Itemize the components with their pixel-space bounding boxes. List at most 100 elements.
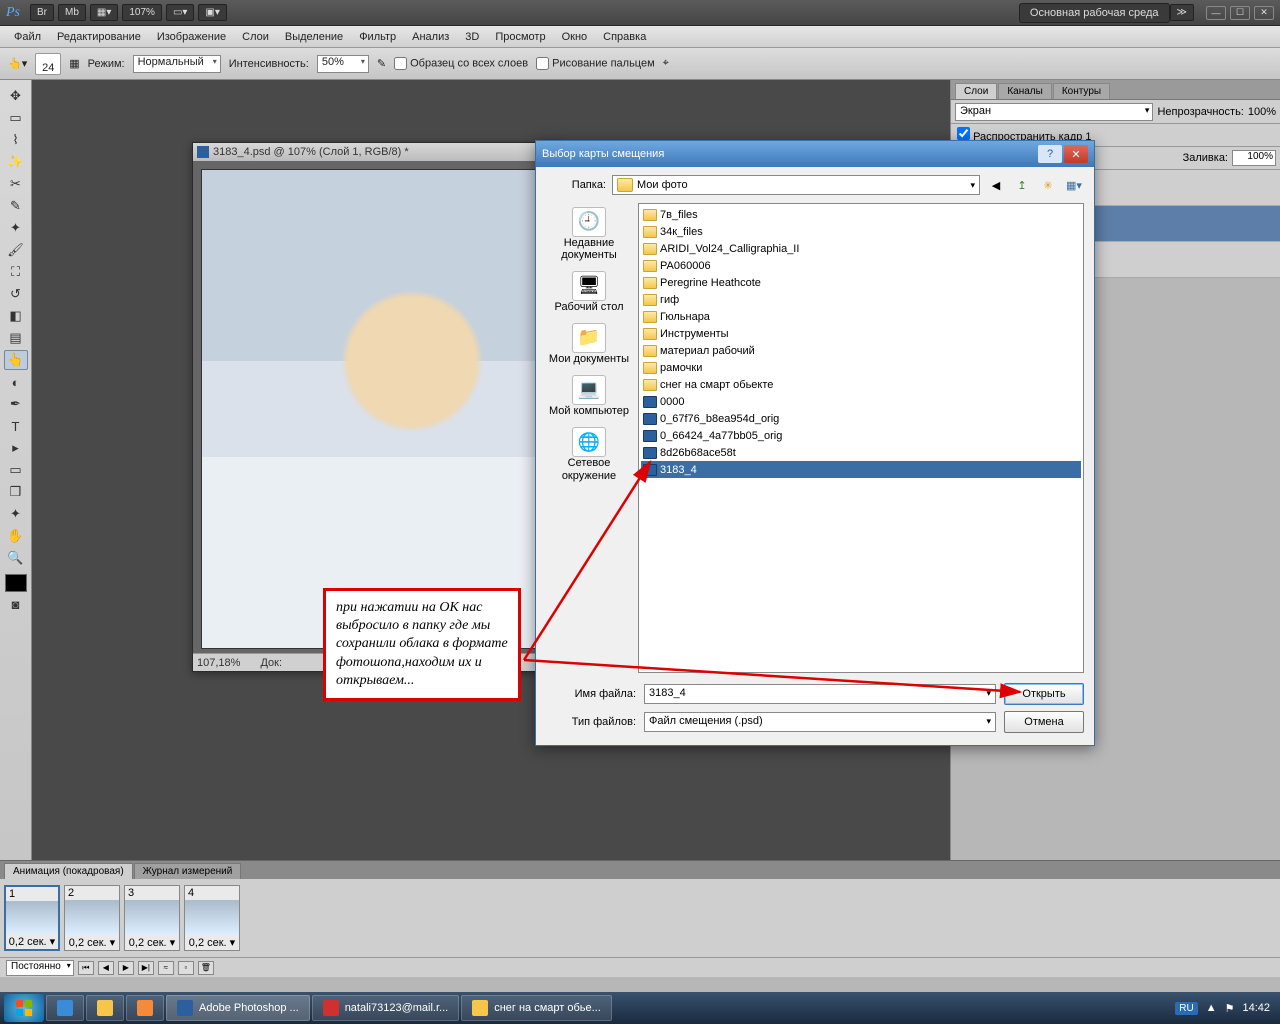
- menu-file[interactable]: Файл: [6, 28, 49, 46]
- crop-tool[interactable]: ✂: [4, 174, 28, 194]
- sample-all-checkbox[interactable]: Образец со всех слоев: [394, 57, 528, 70]
- document-titlebar[interactable]: 3183_4.psd @ 107% (Слой 1, RGB/8) *: [193, 143, 561, 161]
- tray-flag-icon[interactable]: ⚑: [1225, 1002, 1235, 1015]
- taskbar-folder[interactable]: снег на смарт обье...: [461, 995, 612, 1021]
- taskbar-photoshop[interactable]: Adobe Photoshop ...: [166, 995, 310, 1021]
- gradient-tool[interactable]: ▤: [4, 328, 28, 348]
- tab-layers[interactable]: Слои: [955, 83, 997, 99]
- cancel-button[interactable]: Отмена: [1004, 711, 1084, 733]
- file-item[interactable]: 0000: [641, 393, 1081, 410]
- menu-edit[interactable]: Редактирование: [49, 28, 149, 46]
- taskbar-wmp[interactable]: [126, 995, 164, 1021]
- menu-layer[interactable]: Слои: [234, 28, 277, 46]
- new-folder-button[interactable]: ✳: [1038, 176, 1058, 194]
- pen-tool[interactable]: ✒: [4, 394, 28, 414]
- play-button[interactable]: ▶: [118, 961, 134, 975]
- menu-filter[interactable]: Фильтр: [351, 28, 404, 46]
- maximize-button[interactable]: ☐: [1230, 6, 1250, 20]
- file-item[interactable]: PA060006: [641, 257, 1081, 274]
- tray-clock[interactable]: 14:42: [1242, 1002, 1270, 1014]
- path-select-tool[interactable]: ▸: [4, 438, 28, 458]
- zoom-display[interactable]: 107%: [122, 4, 162, 21]
- dialog-close-button[interactable]: ✕: [1064, 145, 1088, 163]
- zoom-tool[interactable]: 🔍: [4, 548, 28, 568]
- taskbar-opera[interactable]: natali73123@mail.r...: [312, 995, 460, 1021]
- stamp-tool[interactable]: ⛶: [4, 262, 28, 282]
- foreground-color[interactable]: [5, 574, 27, 592]
- file-item[interactable]: материал рабочий: [641, 342, 1081, 359]
- fill-input[interactable]: 100%: [1232, 150, 1276, 166]
- file-item[interactable]: Инструменты: [641, 325, 1081, 342]
- new-frame-button[interactable]: ▫: [178, 961, 194, 975]
- frame-duration[interactable]: 0,2 сек. ▾: [128, 935, 176, 950]
- taskbar-ie[interactable]: [46, 995, 84, 1021]
- tab-paths[interactable]: Контуры: [1053, 83, 1110, 99]
- filename-input[interactable]: 3183_4: [644, 684, 996, 704]
- menu-3d[interactable]: 3D: [457, 28, 487, 46]
- tray-up-icon[interactable]: ▲: [1206, 1002, 1217, 1014]
- start-button[interactable]: [4, 994, 44, 1022]
- move-tool[interactable]: ✥: [4, 86, 28, 106]
- marquee-tool[interactable]: ▭: [4, 108, 28, 128]
- tween-button[interactable]: ≈: [158, 961, 174, 975]
- tab-channels[interactable]: Каналы: [998, 83, 1052, 99]
- delete-frame-button[interactable]: 🗑: [198, 961, 214, 975]
- place-item[interactable]: 📁Мои документы: [549, 323, 629, 365]
- 3d-camera-tool[interactable]: ✦: [4, 504, 28, 524]
- open-button[interactable]: Открыть: [1004, 683, 1084, 705]
- file-item[interactable]: 34к_files: [641, 223, 1081, 240]
- tablet-size-icon[interactable]: ⌖: [663, 57, 669, 70]
- menu-analysis[interactable]: Анализ: [404, 28, 457, 46]
- file-item[interactable]: снег на смарт обьекте: [641, 376, 1081, 393]
- type-tool[interactable]: T: [4, 416, 28, 436]
- taskbar-explorer[interactable]: [86, 995, 124, 1021]
- place-item[interactable]: 🕘Недавние документы: [546, 207, 632, 261]
- smudge-tool[interactable]: 👆: [4, 350, 28, 370]
- eyedropper-tool[interactable]: ✎: [4, 196, 28, 216]
- brush-preview[interactable]: 24: [35, 53, 61, 75]
- file-item[interactable]: Гюльнара: [641, 308, 1081, 325]
- animation-frame[interactable]: 20,2 сек. ▾: [64, 885, 120, 951]
- view-extras-button[interactable]: ▦▾: [90, 4, 118, 21]
- back-button[interactable]: ◀: [986, 176, 1006, 194]
- brush-tool[interactable]: 🖌: [4, 240, 28, 260]
- place-item[interactable]: 🌐Сетевое окружение: [546, 427, 632, 481]
- opacity-input[interactable]: 100%: [1248, 106, 1276, 118]
- animation-frame[interactable]: 30,2 сек. ▾: [124, 885, 180, 951]
- quickmask-button[interactable]: ◙: [4, 594, 28, 614]
- wand-tool[interactable]: ✨: [4, 152, 28, 172]
- folder-select[interactable]: Мои фото: [612, 175, 980, 195]
- file-item[interactable]: 3183_4: [641, 461, 1081, 478]
- animation-frame[interactable]: 40,2 сек. ▾: [184, 885, 240, 951]
- tool-preset-icon[interactable]: 👆▾: [8, 57, 27, 70]
- bridge-button[interactable]: Br: [30, 4, 54, 21]
- animation-frame[interactable]: 10,2 сек. ▾: [4, 885, 60, 951]
- tablet-pressure-icon[interactable]: ✎: [377, 57, 386, 70]
- prev-frame-button[interactable]: ◀: [98, 961, 114, 975]
- close-button[interactable]: ✕: [1254, 6, 1274, 20]
- brush-panel-icon[interactable]: ▦: [69, 57, 79, 70]
- file-item[interactable]: 0_67f76_b8ea954d_orig: [641, 410, 1081, 427]
- finger-paint-checkbox[interactable]: Рисование пальцем: [536, 57, 655, 70]
- place-item[interactable]: 🖥Рабочий стол: [554, 271, 623, 313]
- status-zoom[interactable]: 107,18%: [197, 657, 240, 669]
- frame-duration[interactable]: 0,2 сек. ▾: [8, 934, 56, 949]
- menu-help[interactable]: Справка: [595, 28, 654, 46]
- hand-tool[interactable]: ✋: [4, 526, 28, 546]
- file-item[interactable]: ARIDI_Vol24_Calligraphia_II: [641, 240, 1081, 257]
- arrange-button[interactable]: ▭▾: [166, 4, 194, 21]
- loop-select[interactable]: Постоянно: [6, 960, 74, 976]
- workspace-button[interactable]: Основная рабочая среда: [1019, 3, 1170, 23]
- file-item[interactable]: 8d26b68ace58t: [641, 444, 1081, 461]
- file-item[interactable]: 7в_files: [641, 206, 1081, 223]
- workspace-more-button[interactable]: ≫: [1170, 4, 1194, 21]
- lasso-tool[interactable]: ⌇: [4, 130, 28, 150]
- intensity-input[interactable]: 50%: [317, 55, 369, 73]
- frame-duration[interactable]: 0,2 сек. ▾: [68, 935, 116, 950]
- mode-select[interactable]: Нормальный: [133, 55, 221, 73]
- file-list[interactable]: 7в_files34к_filesARIDI_Vol24_Calligraphi…: [638, 203, 1084, 673]
- first-frame-button[interactable]: ⏮: [78, 961, 94, 975]
- history-brush-tool[interactable]: ↺: [4, 284, 28, 304]
- tab-animation[interactable]: Анимация (покадровая): [4, 863, 133, 879]
- next-frame-button[interactable]: ▶|: [138, 961, 154, 975]
